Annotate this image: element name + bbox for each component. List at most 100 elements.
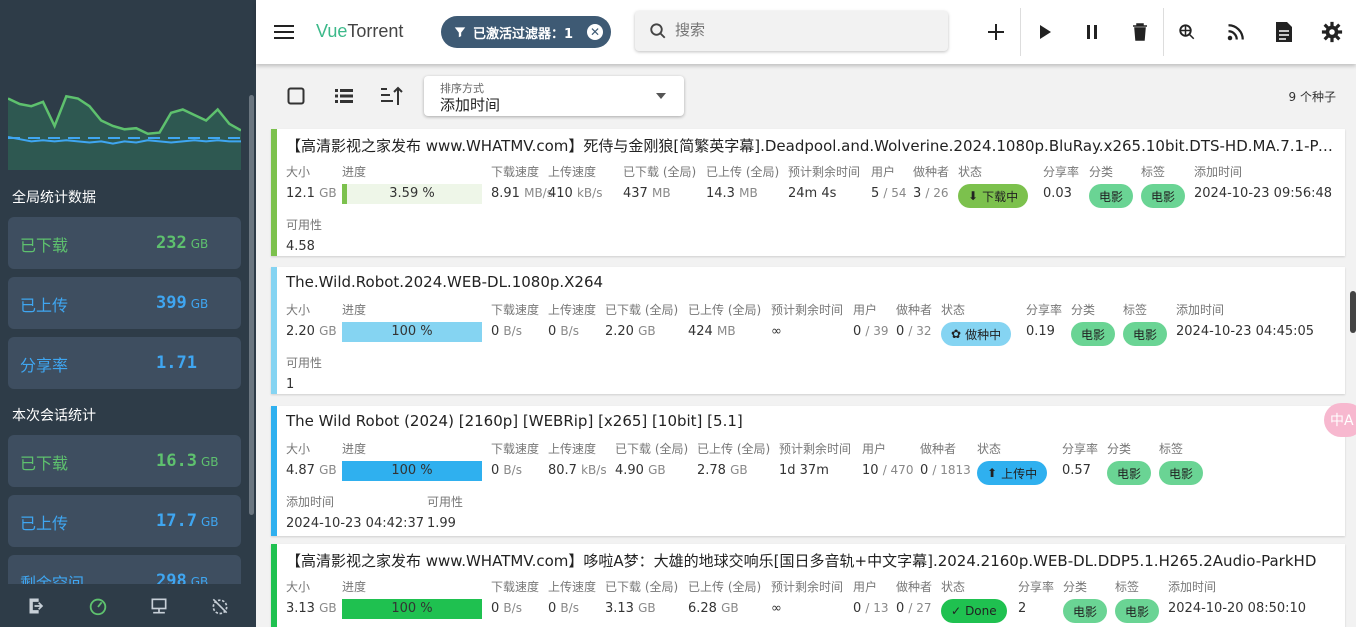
logout-icon[interactable] [26, 595, 48, 617]
torrent-field: 标签 电影 [1141, 163, 1185, 208]
torrent-field: 添加时间 2024-10-23 04:42:37 [286, 495, 425, 531]
search-input[interactable] [675, 21, 935, 39]
torrent-field: 已下载 (全局) 4.90 GB [615, 442, 689, 478]
field-value: 2.78 GB [697, 463, 748, 478]
tag-chip[interactable]: 电影 [1159, 461, 1203, 485]
play-icon[interactable] [1033, 20, 1057, 44]
translate-chip[interactable]: 中A [1324, 403, 1356, 437]
status-badge: ⬆ 上传中 [977, 461, 1048, 485]
torrent-list: 【高清影视之家发布 www.WHATMV.com】死侍与金刚狼[简繁英字幕].D… [256, 124, 1356, 627]
torrent-field: 分类 电影 [1089, 163, 1133, 208]
delete-icon[interactable] [1128, 20, 1152, 44]
torrent-field: 上传速度 410 kB/s [548, 165, 603, 201]
torrent-card[interactable]: 【高清影视之家发布 www.WHATMV.com】死侍与金刚狼[简繁英字幕].D… [271, 129, 1345, 256]
field-value: 2.20 GB [605, 324, 656, 339]
rss-icon[interactable] [1224, 20, 1248, 44]
torrent-field: 用户 0 / 13 [853, 580, 889, 616]
torrent-field: 做种者 3 / 26 [913, 165, 950, 201]
sidebar-footer [0, 584, 256, 627]
category-chip[interactable]: 电影 [1089, 184, 1133, 208]
search-box[interactable] [635, 11, 948, 51]
stat-label: 已下载 [20, 454, 69, 473]
tag-chip[interactable]: 电影 [1141, 184, 1185, 208]
ratio-value: 0.19 [1026, 324, 1055, 339]
tag-chip[interactable]: 电影 [1115, 599, 1159, 623]
category-chip[interactable]: 电影 [1071, 322, 1115, 346]
torrent-card[interactable]: The.Wild.Robot.2024.WEB-DL.1080p.X264 大小 2… [271, 267, 1345, 394]
field-value: 4.90 GB [615, 463, 666, 478]
torrent-field: 分类 电影 [1107, 440, 1151, 485]
field-value: 0 / 1813 [920, 463, 971, 478]
torrent-field: 上传速度 0 B/s [548, 580, 597, 616]
torrent-field: 添加时间 2024-10-20 08:50:10 [1168, 580, 1307, 616]
select-all-checkbox[interactable] [286, 86, 306, 106]
stat-value: 16.3 GB [156, 451, 219, 471]
field-value: 1d 37m [779, 463, 829, 478]
clear-filter-icon[interactable]: ✕ [587, 24, 603, 40]
field-value: ∞ [771, 601, 782, 616]
stat-label: 已下载 [20, 236, 69, 255]
torrent-field: 预计剩余时间 ∞ [771, 303, 844, 339]
app-brand[interactable]: VueTorrent [316, 21, 403, 42]
stat-label: 分享率 [20, 356, 69, 375]
category-chip[interactable]: 电影 [1107, 461, 1151, 485]
field-value: 2024-10-23 09:56:48 [1194, 186, 1333, 201]
field-value: 0 / 39 [853, 324, 889, 339]
alt-speed-icon[interactable] [209, 595, 231, 617]
torrent-field: 进度 100 % [342, 578, 482, 619]
field-value: 5 / 54 [871, 186, 907, 201]
tag-chip[interactable]: 电影 [1123, 322, 1167, 346]
torrent-field: 状态 ⬇ 下载中 [958, 163, 1029, 208]
torrent-field: 下载速度 0 B/s [491, 442, 540, 478]
torrent-field: 已下载 (全局) 2.20 GB [605, 303, 679, 339]
field-value: 3.13 GB [605, 601, 656, 616]
menu-icon[interactable] [272, 20, 296, 44]
sort-order-icon[interactable] [380, 84, 404, 108]
top-app-bar: VueTorrent 已激活过滤器：1 ✕ [256, 0, 1356, 64]
torrent-field: 上传速度 80.7 kB/s [548, 442, 607, 478]
filter-chip-label: 已激活过滤器：1 [473, 26, 574, 42]
stat-value: 399 GB [156, 293, 209, 313]
torrent-field: 标签 电影 [1159, 440, 1203, 485]
stat-card: 分享率 1.71 [8, 337, 241, 389]
add-icon[interactable] [984, 20, 1008, 44]
sort-select[interactable]: 排序方式 添加时间 [424, 76, 684, 116]
sidebar-scrollbar[interactable] [249, 95, 254, 515]
torrent-field: 可用性 4.58 [286, 218, 323, 254]
field-value: 10 / 470 [862, 463, 914, 478]
session-stats-title: 本次会话统计 [12, 408, 96, 424]
torrent-card[interactable]: 【高清影视之家发布 www.WHATMV.com】哆啦A梦：大雄的地球交响乐[国… [271, 544, 1345, 627]
settings-icon[interactable] [1320, 20, 1344, 44]
field-value: 14.3 MB [706, 186, 758, 201]
torrent-field: 用户 10 / 470 [862, 442, 914, 478]
torrent-field: 标签 电影 [1115, 578, 1159, 623]
torrent-field: 做种者 0 / 32 [896, 303, 933, 339]
page-scrollbar[interactable] [1350, 291, 1356, 333]
log-icon[interactable] [1272, 20, 1296, 44]
stat-card: 已上传 17.7 GB [8, 495, 241, 547]
ratio-value: 2 [1018, 601, 1027, 616]
connection-icon[interactable] [148, 595, 170, 617]
field-value: 0 B/s [548, 324, 579, 339]
list-view-icon[interactable] [334, 86, 354, 106]
search-web-icon[interactable] [1175, 20, 1199, 44]
status-icon: ⬆ [987, 466, 998, 480]
field-value: 80.7 kB/s [548, 463, 607, 478]
status-badge: ✓ Done [941, 599, 1007, 623]
torrent-name: The Wild Robot (2024) [2160p] [WEBRip] [… [286, 412, 743, 430]
torrent-field: 已下载 (全局) 437 MB [623, 165, 697, 201]
torrent-field: 分类 电影 [1063, 578, 1107, 623]
pause-icon[interactable] [1080, 20, 1104, 44]
torrent-field: 进度 100 % [342, 440, 482, 481]
torrent-card[interactable]: The Wild Robot (2024) [2160p] [WEBRip] [… [271, 406, 1345, 536]
field-value: 424 MB [688, 324, 736, 339]
torrent-field: 状态 ✓ Done [941, 578, 1007, 623]
speed-gauge-icon[interactable] [87, 595, 109, 617]
active-filter-chip[interactable]: 已激活过滤器：1 ✕ [441, 16, 611, 48]
field-value: 6.28 GB [688, 601, 739, 616]
torrent-field: 做种者 0 / 1813 [920, 442, 971, 478]
torrent-field: 做种者 0 / 27 [896, 580, 933, 616]
status-icon: ⬇ [968, 189, 979, 203]
category-chip[interactable]: 电影 [1063, 599, 1107, 623]
field-value: 2.20 GB [286, 324, 337, 339]
